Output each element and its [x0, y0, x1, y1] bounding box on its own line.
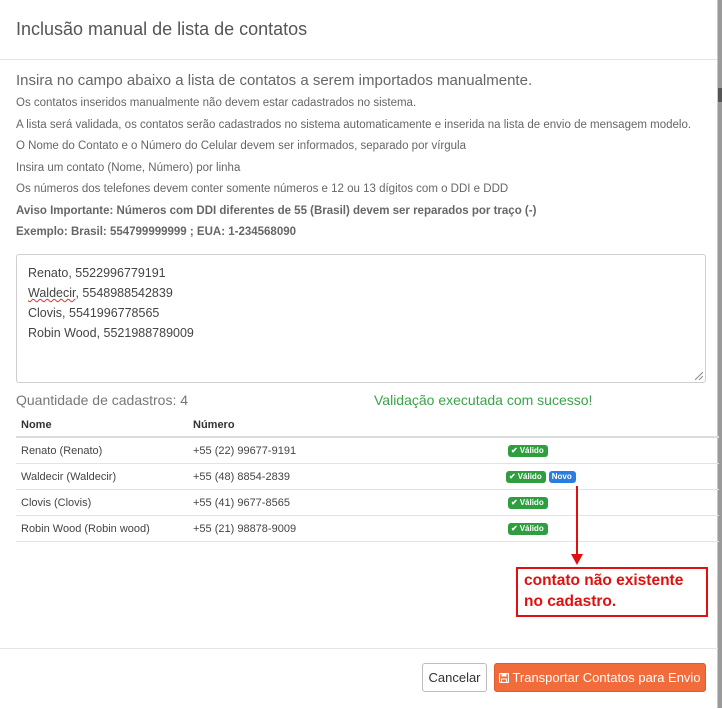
badge-label: Válido [519, 497, 544, 507]
textarea-line: Clovis, 5541996778565 [28, 303, 694, 323]
instruction-line: O Nome do Contato e o Número do Celular … [16, 140, 467, 152]
contacts-table: Nome Número Renato (Renato) +55 (22) 996… [16, 413, 719, 542]
header-number: Número [188, 413, 503, 438]
contact-name-text: Waldecir [28, 286, 76, 300]
contact-number-text: , 5521988789009 [96, 326, 194, 340]
annotation-line: contato não existente [524, 572, 684, 589]
backdrop [718, 0, 722, 708]
badge-label: Válido [517, 471, 542, 481]
resize-grip-icon[interactable] [695, 372, 703, 380]
transport-contacts-label: Transportar Contatos para Envio [512, 670, 701, 685]
valid-badge: ✔ Válido [508, 444, 548, 457]
valid-badge: ✔ Válido [506, 470, 546, 483]
table-row: Waldecir (Waldecir) +55 (48) 8854-2839 ✔… [16, 463, 719, 490]
contacts-textarea[interactable]: Renato, 5522996779191 Waldecir, 55489885… [16, 254, 706, 383]
annotation-callout: contato não existente no cadastro. [516, 567, 708, 617]
backdrop-notch [718, 88, 722, 102]
contact-name-text: Robin Wood [28, 326, 97, 340]
annotation-line: no cadastro. [524, 593, 617, 610]
check-icon: ✔ [511, 523, 518, 533]
instruction-line: Os contatos inseridos manualmente não de… [16, 97, 417, 109]
instruction-line: Os números dos telefones devem conter so… [16, 183, 509, 195]
new-badge: Novo [548, 470, 576, 483]
badge-label: Válido [519, 445, 544, 455]
cell-status: ✔ Válido Novo [503, 463, 719, 490]
cell-name: Clovis (Clovis) [16, 489, 188, 516]
contact-number-text: , 5548988542839 [75, 286, 173, 300]
check-icon: ✔ [511, 445, 518, 455]
cell-number: +55 (41) 9677-8565 [188, 489, 503, 516]
header-status [503, 413, 719, 438]
instruction-line: A lista será validada, os contatos serão… [16, 118, 692, 131]
validation-status: Validação executada com sucesso! [374, 392, 593, 408]
table-row: Clovis (Clovis) +55 (41) 9677-8565 ✔ Váli… [16, 489, 719, 516]
instructions: Insira no campo abaixo a lista de contat… [16, 72, 706, 244]
table-row: Robin Wood (Robin wood) +55 (21) 98878-9… [16, 515, 719, 542]
valid-badge: ✔ Válido [508, 522, 548, 535]
textarea-line: Robin Wood, 5521988789009 [28, 323, 694, 343]
contact-number-text: , 5522996779191 [68, 266, 166, 280]
cell-number: +55 (48) 8854-2839 [188, 463, 503, 490]
check-icon: ✔ [509, 471, 516, 481]
cell-number: +55 (22) 99677-9191 [188, 437, 503, 464]
arrow-down-icon [571, 486, 583, 565]
cell-status: ✔ Válido [503, 489, 719, 516]
modal-header: Inclusão manual de lista de contatos [0, 0, 717, 60]
transport-contacts-button[interactable]: Transportar Contatos para Envio [494, 663, 706, 692]
cell-status: ✔ Válido [503, 515, 719, 542]
badge-label: Válido [519, 523, 544, 533]
quantity-text: Quantidade de cadastros: 4 [16, 392, 189, 408]
modal-dialog: Inclusão manual de lista de contatos Ins… [0, 0, 719, 709]
instructions-lead: Insira no campo abaixo a lista de contat… [16, 72, 533, 89]
table-header-row: Nome Número [16, 413, 719, 438]
textarea-line: Renato, 5522996779191 [28, 263, 694, 283]
cancel-button[interactable]: Cancelar [422, 663, 487, 692]
contact-number-text: , 5541996778565 [62, 306, 160, 320]
instruction-line: Insira um contato (Nome, Número) por lin… [16, 161, 241, 174]
cell-status: ✔ Válido [503, 437, 719, 464]
textarea-line: Waldecir, 5548988542839 [28, 283, 694, 303]
summary-row: Quantidade de cadastros: 4 Validação exe… [16, 392, 706, 410]
contact-name-text: Renato [28, 266, 69, 280]
header-name: Nome [16, 413, 188, 438]
cell-name: Waldecir (Waldecir) [16, 463, 188, 490]
warning-text: Aviso Importante: Números com DDI difere… [16, 204, 537, 217]
contact-name-text: Clovis [28, 306, 63, 320]
cell-number: +55 (21) 98878-9009 [188, 515, 503, 542]
save-icon [499, 673, 510, 683]
cell-name: Robin Wood (Robin wood) [16, 515, 188, 542]
example-text: Exemplo: Brasil: 554799999999 ; EUA: 1-2… [16, 226, 297, 238]
modal-footer: Cancelar Transportar Contatos para Envio [0, 648, 718, 709]
cell-name: Renato (Renato) [16, 437, 188, 464]
check-icon: ✔ [511, 497, 518, 507]
valid-badge: ✔ Válido [508, 496, 548, 509]
modal-title: Inclusão manual de lista de contatos [16, 19, 308, 39]
table-row: Renato (Renato) +55 (22) 99677-9191 ✔ Vál… [16, 437, 719, 464]
